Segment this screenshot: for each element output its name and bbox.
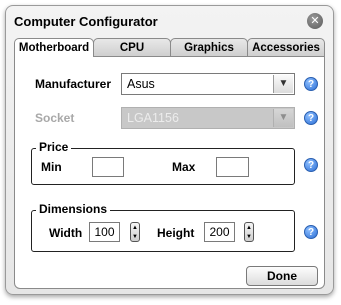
manufacturer-select[interactable]: Asus ▼ <box>121 73 295 95</box>
tab-accessories[interactable]: Accessories <box>247 38 325 56</box>
motherboard-panel: Manufacturer Asus ▼ ? Socket LGA1156 ▼ ?… <box>14 56 325 289</box>
height-label: Height <box>157 226 195 240</box>
socket-select[interactable]: LGA1156 ▼ <box>121 107 295 129</box>
price-max-label: Max <box>172 160 196 174</box>
help-icon[interactable]: ? <box>304 158 318 172</box>
tab-cpu[interactable]: CPU <box>93 38 171 56</box>
close-icon[interactable]: ✕ <box>307 13 323 29</box>
help-icon[interactable]: ? <box>304 225 318 239</box>
done-button[interactable]: Done <box>246 266 318 286</box>
width-input[interactable]: 100 <box>89 222 120 242</box>
dimensions-group: Dimensions Width 100 ▲ ▼ Height 200 ▲ ▼ <box>31 202 295 252</box>
chevron-down-icon[interactable]: ▼ <box>273 75 293 93</box>
socket-label: Socket <box>35 111 75 125</box>
help-icon[interactable]: ? <box>304 111 318 125</box>
tab-graphics[interactable]: Graphics <box>170 38 248 56</box>
price-group: Price Min Max <box>31 140 295 185</box>
price-min-input[interactable] <box>92 157 124 177</box>
price-legend: Price <box>36 140 72 154</box>
price-max-input[interactable] <box>216 157 249 177</box>
stepper-arrows-icon[interactable]: ▲ ▼ <box>130 222 140 242</box>
stepper-arrows-icon[interactable]: ▲ ▼ <box>244 222 254 242</box>
price-min-label: Min <box>41 160 62 174</box>
help-icon[interactable]: ? <box>304 77 318 91</box>
tab-motherboard[interactable]: Motherboard <box>14 38 94 57</box>
height-input[interactable]: 200 <box>204 222 235 242</box>
tab-bar: Motherboard CPU Graphics Accessories <box>14 38 325 57</box>
configurator-window: Computer Configurator ✕ Motherboard CPU … <box>5 5 334 295</box>
chevron-down-icon[interactable]: ▼ <box>273 109 293 127</box>
dimensions-legend: Dimensions <box>36 202 111 216</box>
socket-value: LGA1156 <box>127 111 179 125</box>
width-label: Width <box>49 226 83 240</box>
manufacturer-value: Asus <box>127 77 155 91</box>
window-title: Computer Configurator <box>14 14 158 29</box>
manufacturer-label: Manufacturer <box>35 77 112 91</box>
